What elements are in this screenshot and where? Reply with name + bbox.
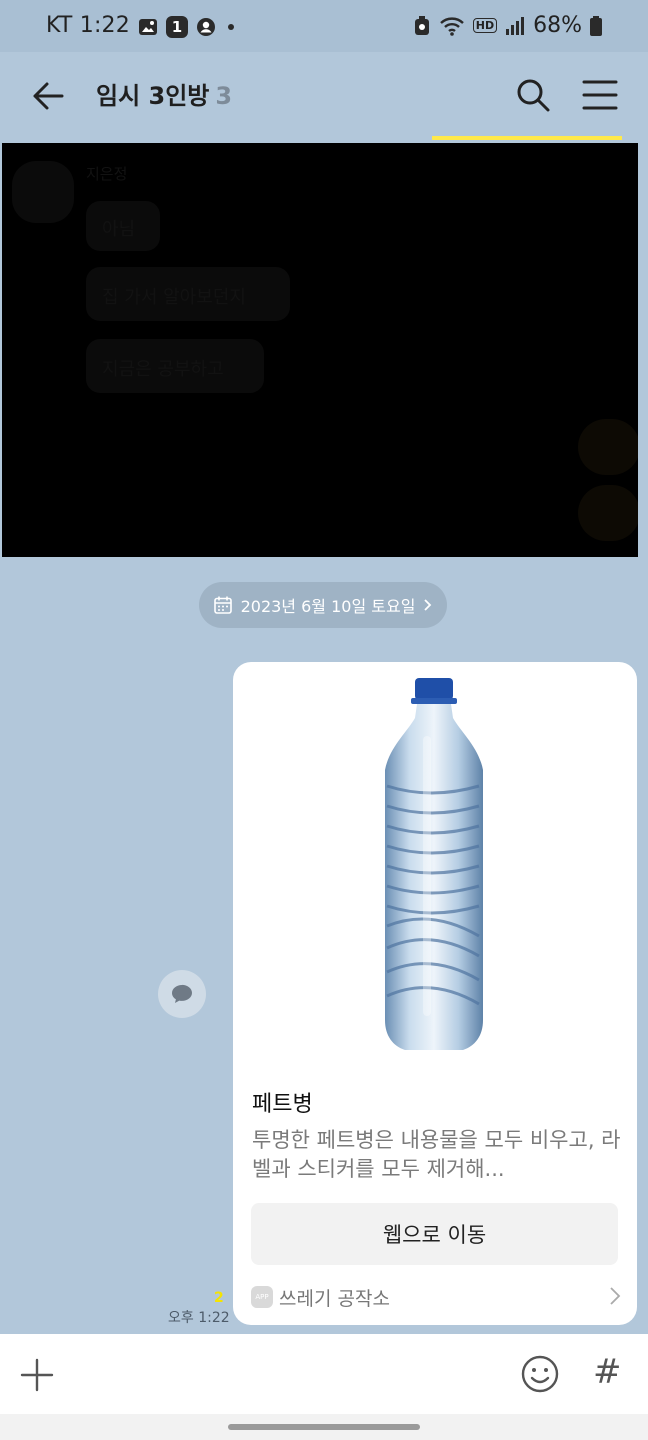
home-gesture-handle[interactable] (228, 1424, 420, 1430)
chevron-right-icon (610, 1287, 621, 1305)
message-bubble[interactable]: 지금은 공부하고 (86, 339, 264, 393)
dot-icon (228, 24, 234, 30)
emoji-icon[interactable] (520, 1354, 560, 1394)
message-text: 지금은 공부하고 (102, 359, 224, 380)
navigation-bar (0, 1414, 648, 1440)
carrier-time: KT 1:22 (46, 13, 130, 38)
back-arrow-icon[interactable] (28, 76, 68, 116)
sim-alert-icon (414, 15, 429, 35)
hashtag-search-icon[interactable]: # (593, 1352, 622, 1392)
hd-icon: HD (472, 18, 498, 33)
date-label: 2023년 6월 10일 토요일 (240, 597, 416, 616)
obscured-messages-area: 지은정 아님 집 가서 알아보던지 지금은 공부하고 (2, 143, 638, 557)
card-title: 페트병 (252, 1092, 313, 1117)
chat-title: 임시 3인방 3 (96, 76, 232, 111)
notification-badge: 1 (166, 16, 188, 38)
scroll-button[interactable] (578, 485, 638, 541)
pet-bottle-image (385, 678, 483, 1050)
message-time: 오후 1:22 (168, 1310, 230, 1326)
chat-header: 임시 3인방 3 (0, 52, 648, 140)
plus-icon[interactable] (20, 1358, 54, 1392)
battery-percent: 68% (533, 13, 582, 38)
source-name: 쓰레기 공작소 (279, 1287, 390, 1310)
avatar (12, 161, 74, 223)
link-preview-card[interactable]: 페트병 투명한 페트병은 내용물을 모두 비우고, 라벨과 스티커를 모두 제거… (233, 662, 637, 1325)
card-description: 투명한 페트병은 내용물을 모두 비우고, 라벨과 스티커를 모두 제거해... (252, 1128, 621, 1181)
account-icon (197, 18, 215, 36)
app-badge-icon: APP (251, 1286, 273, 1308)
message-bubble[interactable]: 집 가서 알아보던지 (86, 267, 290, 321)
sender-name: 지은정 (86, 165, 128, 183)
member-count: 3 (215, 82, 233, 110)
card-source-link[interactable]: APP 쓰레기 공작소 (251, 1282, 621, 1312)
battery-icon (590, 15, 602, 36)
search-icon[interactable] (514, 76, 552, 114)
speech-bubble-icon (172, 984, 192, 1003)
message-bubble[interactable]: 아님 (86, 201, 160, 251)
calendar-icon (213, 596, 232, 614)
signal-icon (506, 16, 525, 35)
message-text: 집 가서 알아보던지 (102, 287, 246, 308)
gallery-icon (139, 19, 157, 35)
message-input-bar: # (0, 1334, 648, 1414)
highlight-bar (432, 136, 622, 140)
unread-count: 2 (214, 1290, 224, 1306)
status-right: HD 68% (413, 13, 602, 38)
date-divider[interactable]: 2023년 6월 10일 토요일 (199, 582, 447, 628)
room-name: 임시 3인방 (96, 82, 210, 110)
status-notifications: 1 (138, 16, 238, 38)
wifi-icon (439, 16, 464, 36)
open-web-button[interactable]: 웹으로 이동 (251, 1203, 618, 1265)
scroll-button[interactable] (578, 419, 638, 475)
chevron-right-icon (424, 599, 432, 611)
message-text: 아님 (102, 219, 136, 240)
reply-button[interactable] (158, 970, 206, 1018)
hamburger-menu-icon[interactable] (582, 78, 618, 112)
status-bar: KT 1:22 1 HD 68% (0, 0, 648, 52)
